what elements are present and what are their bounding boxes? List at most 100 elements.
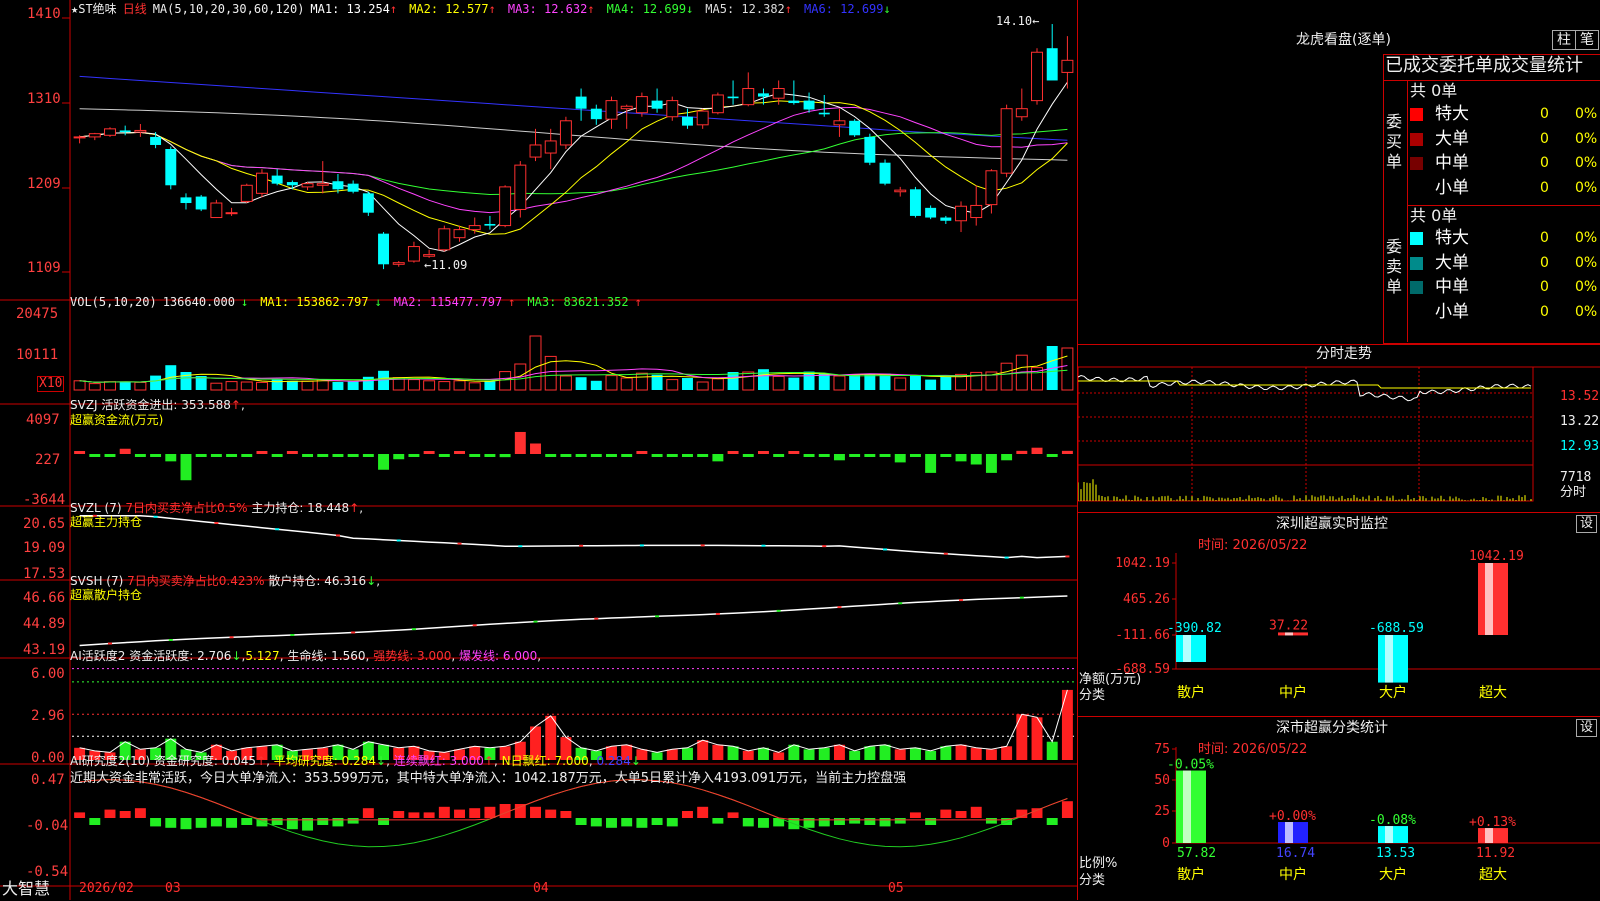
sz-class-settings-button[interactable]: 设 — [1576, 719, 1597, 737]
bar-value-label: -0.05% — [1167, 758, 1214, 773]
ai2-ytick-0: 0.47 — [31, 772, 65, 788]
sz-monitor-settings-button[interactable]: 设 — [1576, 515, 1597, 533]
research-bar — [332, 818, 343, 826]
dragon-bar-button[interactable]: 柱 — [1552, 30, 1576, 50]
holding-marker — [701, 544, 705, 546]
activity-bar — [682, 748, 693, 760]
candle-up — [424, 255, 435, 257]
candle-up — [393, 263, 404, 265]
class-value-label: 11.92 — [1476, 846, 1515, 861]
fund-flow-bar — [773, 454, 784, 457]
volume-bar — [834, 376, 845, 390]
kline-area[interactable]: ★ST绝味 日线 MA(5,10,20,30,60,120) MA1: 13.254↑… — [0, 0, 1078, 900]
fund-flow-bar — [636, 451, 647, 454]
volume-bar — [135, 382, 146, 390]
row-value: 0 — [1540, 128, 1549, 150]
activity-bar — [910, 748, 921, 760]
stock-name[interactable]: ★ST绝味 — [71, 2, 117, 16]
row-value: 0 — [1540, 276, 1549, 298]
fund-flow-bar — [272, 454, 283, 457]
research-bar — [378, 818, 389, 825]
svzl-ytick-2: 17.53 — [23, 566, 65, 582]
buy-row: 特大 0 0% — [1410, 103, 1600, 125]
ai1-ytick-1: 2.96 — [31, 708, 65, 724]
row-value: 0 — [1540, 227, 1549, 249]
holding-marker — [351, 631, 355, 633]
sz-monitor-title: 深圳超赢实时监控 — [1276, 517, 1388, 531]
fund-flow-bar — [105, 454, 116, 457]
candle-up — [621, 106, 632, 108]
candle-down — [804, 101, 815, 110]
category-label: 大户 — [1379, 866, 1407, 883]
activity-bar — [819, 748, 830, 760]
fund-flow-bar — [804, 454, 815, 457]
research-bar — [469, 808, 480, 818]
volume-bar — [560, 376, 571, 390]
legend-swatch — [1410, 108, 1423, 121]
dragon-tick-button[interactable]: 笔 — [1575, 30, 1599, 50]
research-bar — [621, 818, 632, 826]
research-bar — [849, 818, 860, 824]
holding-marker — [579, 545, 583, 547]
xaxis-label-0: 2026/02 — [79, 882, 134, 896]
fund-flow-bar — [120, 449, 131, 454]
candle-up — [317, 184, 328, 186]
activity-bar — [986, 749, 997, 760]
activity-bar — [834, 745, 845, 760]
volume-bar — [621, 378, 632, 390]
research-bar — [743, 818, 754, 826]
category-label: 散户 — [1177, 866, 1205, 883]
holding-marker — [169, 639, 173, 641]
volume-bar — [454, 381, 465, 390]
volume-bar — [363, 377, 374, 390]
holding-marker — [594, 618, 598, 620]
fund-flow-bar — [986, 454, 997, 473]
brand-label: 大智慧 — [2, 880, 50, 898]
sz-class-panel[interactable]: 75 50 25 0 -0.05% 散户 +0.00% 中户 -0.08% 大户 +0.13% 超大 5… — [1078, 716, 1600, 901]
research-bar — [439, 807, 450, 818]
vol-v0: 136640.000 ↓ — [163, 295, 254, 309]
sz-monitor-panel[interactable]: 1042.19 465.26 -111.66 -688.59 -390.82 散户 37.2… — [1078, 512, 1600, 717]
holding-marker — [275, 528, 279, 530]
bar-value-label: 37.22 — [1269, 618, 1308, 633]
row-value: 0 — [1540, 177, 1549, 199]
fund-flow-bar — [956, 454, 967, 461]
fund-flow-bar — [834, 454, 845, 460]
activity-bar — [1062, 690, 1073, 760]
volume-bar — [150, 376, 161, 390]
holding-marker — [290, 634, 294, 636]
intraday-panel[interactable]: 分时走势 13.52 13.22 12.93 7718 分时 — [1078, 344, 1600, 513]
chart-ytick-label: 75 — [1154, 742, 1170, 757]
fund-flow-bar — [363, 454, 374, 457]
sz-class-title: 深市超赢分类统计 — [1276, 721, 1388, 735]
svzj-ytick-0: 4097 — [26, 412, 60, 428]
svzj-header: SVZJ 活跃资金进出: 353.588↑, — [70, 398, 245, 412]
intraday-ytick-0: 13.52 — [1560, 390, 1599, 404]
buy-row: 中单 0 0% — [1410, 152, 1600, 174]
candle-down — [940, 218, 951, 221]
fund-flow-bar — [196, 454, 207, 457]
volume-bar — [940, 377, 951, 390]
research-bar — [880, 818, 891, 826]
candle-down — [880, 163, 891, 184]
class-value-label: 57.82 — [1177, 846, 1216, 861]
candle-up — [712, 95, 723, 113]
holding-marker — [534, 621, 538, 623]
period-label[interactable]: 日线 — [123, 2, 147, 16]
candle-up — [895, 190, 906, 192]
category-label: 散户 — [1177, 684, 1205, 701]
ma-value-4: MA4: 12.699↓ — [607, 2, 700, 16]
fund-flow-bar — [864, 454, 875, 457]
ai2-note: 近期大资金非常活跃，今日大单净流入：353.599万元，其中特大单净流入：104… — [70, 772, 906, 786]
fund-flow-bar — [682, 454, 693, 457]
legend-swatch — [1410, 133, 1423, 146]
holding-marker — [822, 545, 826, 547]
research-bar — [652, 818, 663, 825]
buy-row: 大单 0 0% — [1410, 128, 1600, 150]
category-label: 大户 — [1379, 684, 1407, 701]
volume-bar — [105, 382, 116, 390]
holding-marker — [154, 516, 158, 518]
holding-marker — [944, 553, 948, 555]
bar-highlight — [1385, 635, 1393, 683]
category-label: 超大 — [1479, 685, 1507, 701]
